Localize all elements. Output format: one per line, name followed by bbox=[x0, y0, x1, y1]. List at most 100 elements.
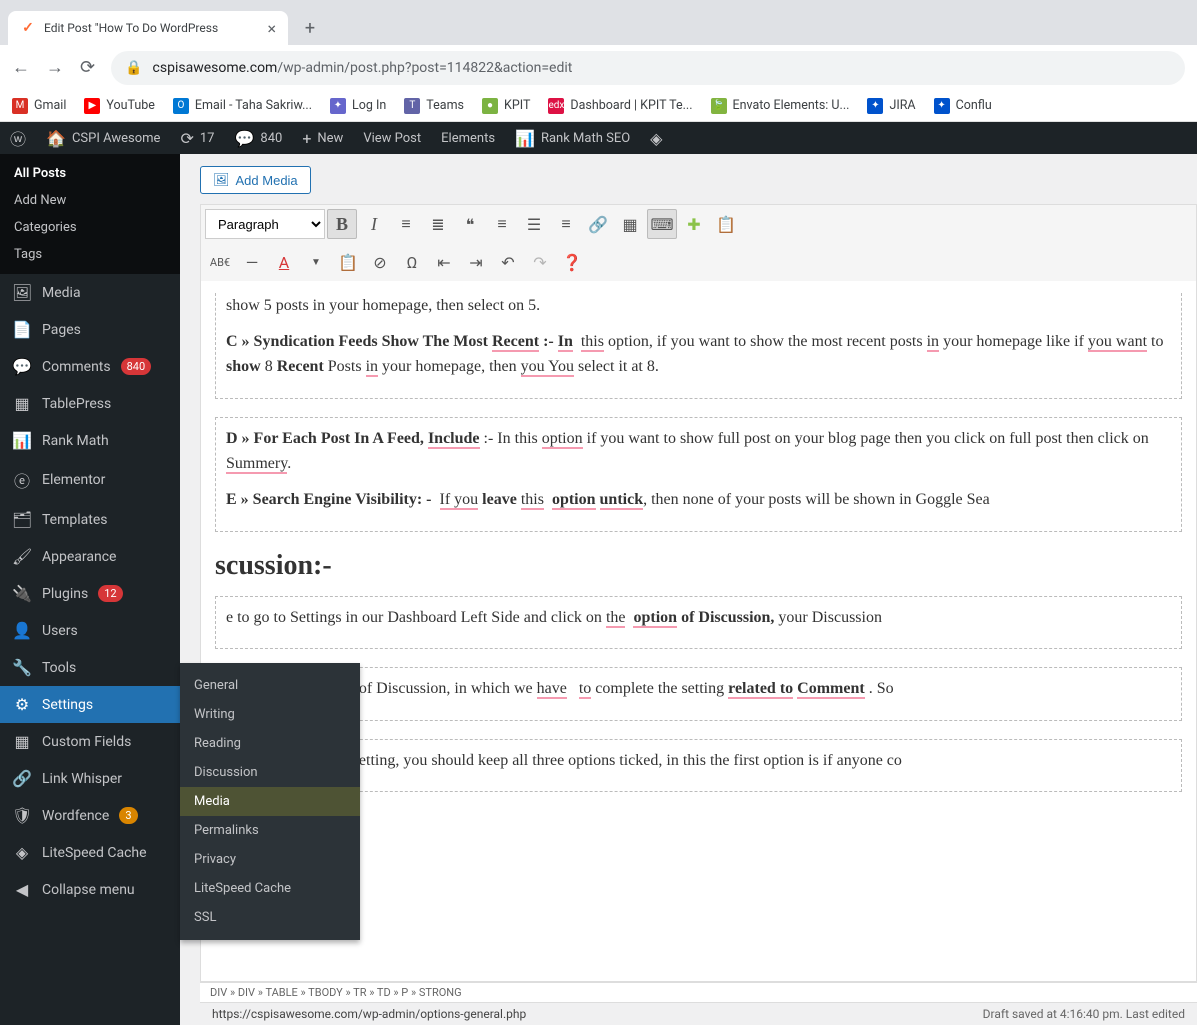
site-name[interactable]: 🏠CSPI Awesome bbox=[36, 122, 170, 154]
admin-sidebar: All PostsAdd NewCategoriesTags 🖼Media📄Pa… bbox=[0, 154, 180, 1025]
bookmark-label: Envato Elements: U... bbox=[733, 98, 850, 113]
posts-submenu-item[interactable]: Tags bbox=[0, 241, 180, 268]
sidebar-item-pages[interactable]: 📄Pages bbox=[0, 311, 180, 348]
sidebar-item-rankmath[interactable]: 📊Rank Math bbox=[0, 422, 180, 459]
forward-button[interactable]: → bbox=[46, 57, 64, 78]
bookmark-item[interactable]: TTeams bbox=[404, 98, 464, 114]
wp-logo[interactable]: ⓦ bbox=[0, 122, 36, 154]
bookmark-item[interactable]: ✦Conflu bbox=[934, 98, 992, 114]
posts-submenu-item[interactable]: All Posts bbox=[0, 160, 180, 187]
outdent-button[interactable]: ⇤ bbox=[429, 247, 459, 277]
bookmark-item[interactable]: ●KPIT bbox=[482, 98, 530, 114]
sidebar-item-tablepress[interactable]: ▦TablePress bbox=[0, 385, 180, 422]
new-tab-button[interactable]: + bbox=[296, 14, 324, 42]
paste-text-button[interactable]: 📋 bbox=[333, 247, 363, 277]
bookmark-icon: ● bbox=[482, 98, 498, 114]
bookmark-icon: edx bbox=[548, 98, 564, 114]
new-content[interactable]: +New bbox=[292, 122, 353, 154]
settings-flyout-item[interactable]: SSL bbox=[180, 903, 360, 932]
posts-submenu-item[interactable]: Categories bbox=[0, 214, 180, 241]
bookmark-icon: M bbox=[12, 98, 28, 114]
sidebar-item-label: Plugins bbox=[42, 586, 88, 602]
undo-button[interactable]: ↶ bbox=[493, 247, 523, 277]
align-center-button[interactable]: ☰ bbox=[519, 209, 549, 239]
bookmark-label: Email - Taha Sakriw... bbox=[195, 98, 312, 113]
redo-button[interactable]: ↷ bbox=[525, 247, 555, 277]
quote-button[interactable]: ❝ bbox=[455, 209, 485, 239]
bookmark-item[interactable]: ✦Log In bbox=[330, 98, 386, 114]
align-right-button[interactable]: ≡ bbox=[551, 209, 581, 239]
settings-flyout-item[interactable]: Privacy bbox=[180, 845, 360, 874]
sidebar-item-media[interactable]: 🖼Media bbox=[0, 274, 180, 311]
numbered-list-button[interactable]: ≣ bbox=[423, 209, 453, 239]
paste-button[interactable]: 📋 bbox=[711, 209, 741, 239]
bookmark-item[interactable]: edxDashboard | KPIT Te... bbox=[548, 98, 692, 114]
sidebar-item-users[interactable]: 👤Users bbox=[0, 612, 180, 649]
bookmark-item[interactable]: ✦JIRA bbox=[867, 98, 915, 114]
sidebar-item-collapse[interactable]: ◀Collapse menu bbox=[0, 871, 180, 908]
browser-tab[interactable]: ✓ Edit Post "How To Do WordPress × bbox=[8, 11, 288, 45]
sidebar-item-customfields[interactable]: ▦Custom Fields bbox=[0, 723, 180, 760]
clear-format-button[interactable]: ⊘ bbox=[365, 247, 395, 277]
bookmark-label: JIRA bbox=[889, 98, 915, 113]
settings-flyout-item[interactable]: Reading bbox=[180, 729, 360, 758]
close-icon[interactable]: × bbox=[267, 19, 276, 38]
sidebar-item-settings[interactable]: ⚙Settings bbox=[0, 686, 180, 723]
sidebar-item-templates[interactable]: 🗂Templates bbox=[0, 501, 180, 538]
add-media-button[interactable]: 🖼 Add Media bbox=[200, 166, 311, 194]
hr-button[interactable]: — bbox=[237, 247, 267, 277]
settings-flyout-item[interactable]: LiteSpeed Cache bbox=[180, 874, 360, 903]
bookmark-item[interactable]: OEmail - Taha Sakriw... bbox=[173, 98, 312, 114]
sidebar-item-wordfence[interactable]: 🛡Wordfence 3 bbox=[0, 797, 180, 834]
settings-flyout-item[interactable]: Media bbox=[180, 787, 360, 816]
format-select[interactable]: Paragraph bbox=[205, 209, 325, 239]
sidebar-item-label: Templates bbox=[42, 512, 108, 528]
bookmark-item[interactable]: MGmail bbox=[12, 98, 66, 114]
help-button[interactable]: ❓ bbox=[557, 247, 587, 277]
settings-flyout-item[interactable]: Discussion bbox=[180, 758, 360, 787]
indent-button[interactable]: ⇥ bbox=[461, 247, 491, 277]
sidebar-item-elementor[interactable]: ⓔElementor bbox=[0, 459, 180, 501]
text-color-button[interactable]: A bbox=[269, 247, 299, 277]
misc-icon[interactable]: ◈ bbox=[640, 122, 672, 154]
address-bar[interactable]: 🔒 cspisawesome.com/wp-admin/post.php?pos… bbox=[111, 51, 1185, 85]
bookmark-item[interactable]: 🍃Envato Elements: U... bbox=[711, 98, 850, 114]
toolbar-toggle-button[interactable]: ⌨ bbox=[647, 209, 677, 239]
sidebar-item-plugins[interactable]: 🔌Plugins 12 bbox=[0, 575, 180, 612]
browser-navbar: ← → ⟳ 🔒 cspisawesome.com/wp-admin/post.p… bbox=[0, 45, 1197, 90]
bold-button[interactable]: B bbox=[327, 209, 357, 239]
rankmath-icon: 📊 bbox=[12, 431, 32, 450]
hover-link: https://cspisawesome.com/wp-admin/option… bbox=[212, 1007, 526, 1021]
italic-button[interactable]: I bbox=[359, 209, 389, 239]
settings-flyout-item[interactable]: Writing bbox=[180, 700, 360, 729]
tools-icon: 🔧 bbox=[12, 658, 32, 677]
updates-link[interactable]: ⟳17 bbox=[170, 122, 224, 154]
url-domain: cspisawesome.com bbox=[153, 60, 278, 76]
more-button[interactable]: ▦ bbox=[615, 209, 645, 239]
sidebar-item-comments[interactable]: 💬Comments 840 bbox=[0, 348, 180, 385]
dropdown-icon[interactable]: ▼ bbox=[301, 247, 331, 277]
heading-discussion: scussion:- bbox=[215, 550, 1182, 582]
back-button[interactable]: ← bbox=[12, 57, 30, 78]
comments-link[interactable]: 💬840 bbox=[224, 122, 292, 154]
chart-icon: 📊 bbox=[515, 129, 535, 148]
sidebar-item-linkwhisper[interactable]: 🔗Link Whisper bbox=[0, 760, 180, 797]
settings-flyout-item[interactable]: General bbox=[180, 671, 360, 700]
sidebar-item-litespeed[interactable]: ◈LiteSpeed Cache bbox=[0, 834, 180, 871]
abc-button[interactable]: AB€ bbox=[205, 247, 235, 277]
sidebar-item-appearance[interactable]: 🖌Appearance bbox=[0, 538, 180, 575]
reload-button[interactable]: ⟳ bbox=[80, 57, 95, 78]
sidebar-item-tools[interactable]: 🔧Tools bbox=[0, 649, 180, 686]
bookmark-item[interactable]: ▶YouTube bbox=[84, 98, 155, 114]
view-post[interactable]: View Post bbox=[353, 122, 431, 154]
element-path[interactable]: DIV » DIV » TABLE » TBODY » TR » TD » P … bbox=[200, 982, 1197, 1002]
align-left-button[interactable]: ≡ bbox=[487, 209, 517, 239]
rank-math-link[interactable]: 📊Rank Math SEO bbox=[505, 122, 640, 154]
posts-submenu-item[interactable]: Add New bbox=[0, 187, 180, 214]
settings-flyout-item[interactable]: Permalinks bbox=[180, 816, 360, 845]
elements-link[interactable]: Elements bbox=[431, 122, 505, 154]
bullet-list-button[interactable]: ≡ bbox=[391, 209, 421, 239]
link-button[interactable]: 🔗 bbox=[583, 209, 613, 239]
add-block-button[interactable]: ✚ bbox=[679, 209, 709, 239]
special-char-button[interactable]: Ω bbox=[397, 247, 427, 277]
